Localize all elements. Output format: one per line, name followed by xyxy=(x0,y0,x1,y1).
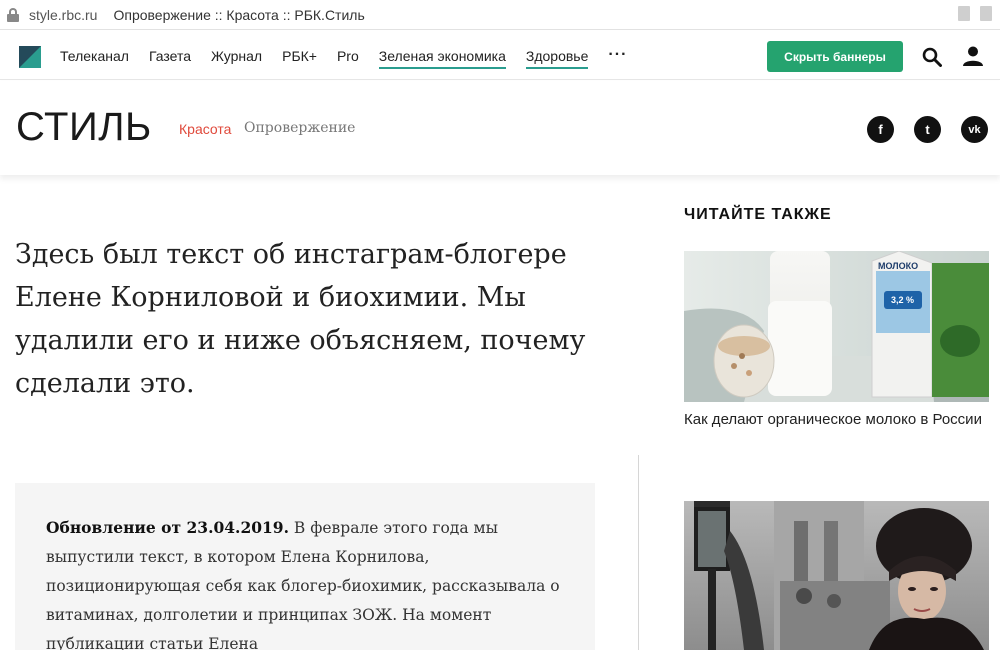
bookmark-icon[interactable] xyxy=(980,6,992,21)
browser-extension-icons xyxy=(958,6,992,21)
url-text[interactable]: style.rbc.ru xyxy=(29,7,97,23)
browser-address-bar: style.rbc.ru Опровержение :: Красота :: … xyxy=(0,0,1000,30)
nav-link-0[interactable]: Телеканал xyxy=(60,48,129,69)
twitter-icon[interactable]: t xyxy=(914,116,941,143)
section-brand[interactable]: СТИЛЬ xyxy=(16,105,152,150)
lock-icon xyxy=(7,7,19,22)
column-divider xyxy=(638,455,639,650)
card-caption-milk[interactable]: Как делают органическое молоко в России xyxy=(684,409,984,430)
milk-fat-label: 3,2 % xyxy=(891,295,914,305)
milk-label: МОЛОКО xyxy=(878,261,918,271)
update-date: Обновление от 23.04.2019. xyxy=(46,518,289,537)
article-lead: Здесь был текст об инстаграм-блогере Еле… xyxy=(15,239,586,399)
nav-link-2[interactable]: Журнал xyxy=(211,48,262,69)
update-text: В феврале этого года мы выпустили текст,… xyxy=(46,519,560,650)
page-title-text: Опровержение :: Красота :: РБК.Стиль xyxy=(113,6,365,23)
user-icon[interactable] xyxy=(962,45,984,67)
nav-link-5[interactable]: Зеленая экономика xyxy=(378,48,506,69)
nav-link-1[interactable]: Газета xyxy=(149,48,191,69)
nav-links: Телеканал Газета Журнал РБК+ Pro Зеленая экон… xyxy=(60,47,647,69)
vk-icon[interactable]: vk xyxy=(961,116,988,143)
breadcrumb-category[interactable]: Красота xyxy=(179,121,231,137)
more-menu-icon[interactable]: ··· xyxy=(608,47,627,69)
nav-link-4[interactable]: Pro xyxy=(337,48,359,69)
facebook-icon[interactable]: f xyxy=(867,116,894,143)
read-also-title: ЧИТАЙТЕ ТАКЖЕ xyxy=(684,206,832,223)
milk-photo[interactable]: МОЛОКО 3,2 % xyxy=(684,251,989,402)
hide-banners-button[interactable]: Скрыть баннеры xyxy=(767,41,903,72)
update-note: Обновление от 23.04.2019. В феврале этог… xyxy=(15,483,595,650)
section-header: СТИЛЬ Красота Опровержение f t vk xyxy=(0,81,1000,175)
winter-portrait-photo[interactable] xyxy=(684,501,989,650)
search-icon[interactable] xyxy=(922,47,942,67)
reader-icon[interactable] xyxy=(958,6,970,21)
rbc-logo-icon[interactable] xyxy=(19,46,41,68)
nav-link-6[interactable]: Здоровье xyxy=(525,48,589,69)
breadcrumb-current: Опровержение xyxy=(244,120,356,136)
nav-link-3[interactable]: РБК+ xyxy=(282,48,317,69)
